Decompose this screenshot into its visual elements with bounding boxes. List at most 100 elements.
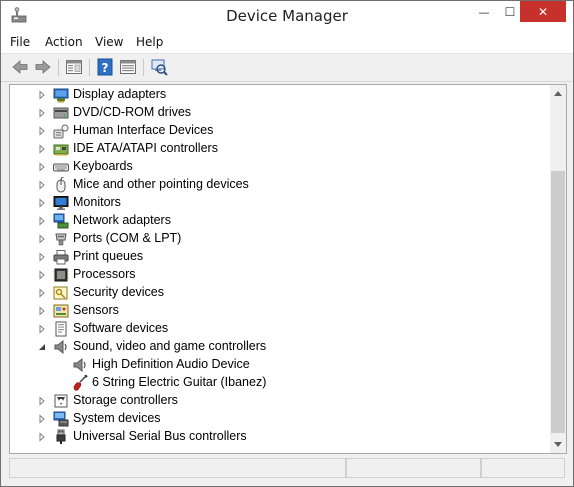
tree-item-label: Monitors xyxy=(73,195,121,209)
collapsed-arrow-icon[interactable] xyxy=(37,180,47,190)
tree-item-label: High Definition Audio Device xyxy=(92,357,250,371)
scan-hardware-icon[interactable] xyxy=(150,58,168,76)
toolbar-separator xyxy=(89,59,90,76)
tree-item-label: DVD/CD-ROM drives xyxy=(73,105,192,119)
tree-item-label: Sound, video and game controllers xyxy=(73,339,267,353)
collapsed-arrow-icon[interactable] xyxy=(37,414,47,424)
title-bar[interactable]: Device Manager — ☐ ✕ xyxy=(1,1,573,31)
processor-icon xyxy=(53,268,69,282)
tree-category[interactable]: Print queues xyxy=(10,248,550,266)
toolbar-separator xyxy=(58,59,59,76)
help-icon[interactable]: ? xyxy=(96,58,114,76)
tree-item-label: Human Interface Devices xyxy=(73,123,214,137)
tree-category[interactable]: Keyboards xyxy=(10,158,550,176)
menu-file[interactable]: File xyxy=(10,35,30,49)
expanded-arrow-icon[interactable] xyxy=(37,342,47,352)
tree-item-label: Storage controllers xyxy=(73,393,178,407)
tree-item-label: IDE ATA/ATAPI controllers xyxy=(73,141,218,155)
collapsed-arrow-icon[interactable] xyxy=(37,306,47,316)
tree-category[interactable]: Human Interface Devices xyxy=(10,122,550,140)
view-icon[interactable] xyxy=(119,58,137,76)
tree-category[interactable]: Universal Serial Bus controllers xyxy=(10,428,550,446)
collapsed-arrow-icon[interactable] xyxy=(37,270,47,280)
tree-category[interactable]: Ports (COM & LPT) xyxy=(10,230,550,248)
minimize-button[interactable]: — xyxy=(471,1,497,23)
collapsed-arrow-icon[interactable] xyxy=(37,144,47,154)
status-pane-right xyxy=(481,458,565,478)
tree-category[interactable]: Display adapters xyxy=(10,86,550,104)
tree-category[interactable]: Network adapters xyxy=(10,212,550,230)
tree-category[interactable]: Security devices xyxy=(10,284,550,302)
dvd-drive-icon xyxy=(53,107,69,119)
maximize-icon: ☐ xyxy=(504,5,516,19)
scroll-up-arrow-icon[interactable] xyxy=(550,85,566,102)
security-key-icon xyxy=(53,286,68,300)
forward-icon[interactable] xyxy=(34,58,52,76)
vertical-scrollbar[interactable] xyxy=(550,85,566,453)
properties-pane-icon[interactable] xyxy=(65,58,83,76)
tree-item-label: Print queues xyxy=(73,249,144,263)
close-button[interactable]: ✕ xyxy=(520,1,566,22)
back-icon[interactable] xyxy=(11,58,29,76)
tree-item-label: Network adapters xyxy=(73,213,171,227)
status-pane-middle xyxy=(346,458,481,478)
menu-bar: File Action View Help xyxy=(1,31,573,54)
status-pane-main xyxy=(9,458,346,478)
tree-device[interactable]: 6 String Electric Guitar (Ibanez) xyxy=(10,374,550,392)
tree-item-label: Sensors xyxy=(73,303,119,317)
collapsed-arrow-icon[interactable] xyxy=(37,126,47,136)
display-adapter-icon xyxy=(53,88,69,103)
keyboard-icon xyxy=(53,163,69,172)
collapsed-arrow-icon[interactable] xyxy=(37,108,47,118)
hid-icon xyxy=(53,124,69,139)
collapsed-arrow-icon[interactable] xyxy=(37,198,47,208)
scrollbar-thumb[interactable] xyxy=(551,171,565,433)
close-icon: ✕ xyxy=(537,5,549,19)
port-icon xyxy=(55,233,67,246)
status-bar xyxy=(9,457,565,479)
minimize-icon: — xyxy=(478,6,490,19)
menu-view[interactable]: View xyxy=(95,35,123,49)
device-manager-window: Device Manager — ☐ ✕ File Action View He… xyxy=(0,0,574,487)
collapsed-arrow-icon[interactable] xyxy=(37,234,47,244)
collapsed-arrow-icon[interactable] xyxy=(37,432,47,442)
guitar-icon xyxy=(73,375,88,391)
storage-controller-icon xyxy=(54,394,68,408)
tree-item-label: Software devices xyxy=(73,321,169,335)
collapsed-arrow-icon[interactable] xyxy=(37,288,47,298)
tree-item-label: Ports (COM & LPT) xyxy=(73,231,182,245)
speaker-icon xyxy=(54,339,67,355)
collapsed-arrow-icon[interactable] xyxy=(37,162,47,172)
collapsed-arrow-icon[interactable] xyxy=(37,324,47,334)
scroll-down-arrow-icon[interactable] xyxy=(550,436,566,453)
tree-category[interactable]: Sound, video and game controllers xyxy=(10,338,550,356)
tree-item-label: Processors xyxy=(73,267,136,281)
tree-item-label: Mice and other pointing devices xyxy=(73,177,249,191)
usb-icon xyxy=(56,429,66,444)
tree-device[interactable]: High Definition Audio Device xyxy=(10,356,550,374)
toolbar: ? xyxy=(1,54,573,82)
collapsed-arrow-icon[interactable] xyxy=(37,216,47,226)
tree-category[interactable]: System devices xyxy=(10,410,550,428)
tree-item-label: Security devices xyxy=(73,285,165,299)
menu-action[interactable]: Action xyxy=(45,35,83,49)
tree-category[interactable]: IDE ATA/ATAPI controllers xyxy=(10,140,550,158)
collapsed-arrow-icon[interactable] xyxy=(37,396,47,406)
monitor-icon xyxy=(53,196,69,210)
tree-category[interactable]: Mice and other pointing devices xyxy=(10,176,550,194)
tree-item-label: Display adapters xyxy=(73,87,167,101)
tree-item-label: Keyboards xyxy=(73,159,133,173)
tree-category[interactable]: Software devices xyxy=(10,320,550,338)
tree-category[interactable]: Sensors xyxy=(10,302,550,320)
tree-category[interactable]: Monitors xyxy=(10,194,550,212)
menu-help[interactable]: Help xyxy=(136,35,163,49)
collapsed-arrow-icon[interactable] xyxy=(37,252,47,262)
speaker-icon xyxy=(73,357,86,373)
device-tree[interactable]: Display adapters DVD/CD-ROM drives Human I… xyxy=(9,84,567,454)
toolbar-separator xyxy=(143,59,144,76)
svg-text:?: ? xyxy=(102,61,109,75)
collapsed-arrow-icon[interactable] xyxy=(37,90,47,100)
tree-category[interactable]: Storage controllers xyxy=(10,392,550,410)
tree-category[interactable]: DVD/CD-ROM drives xyxy=(10,104,550,122)
tree-category[interactable]: Processors xyxy=(10,266,550,284)
